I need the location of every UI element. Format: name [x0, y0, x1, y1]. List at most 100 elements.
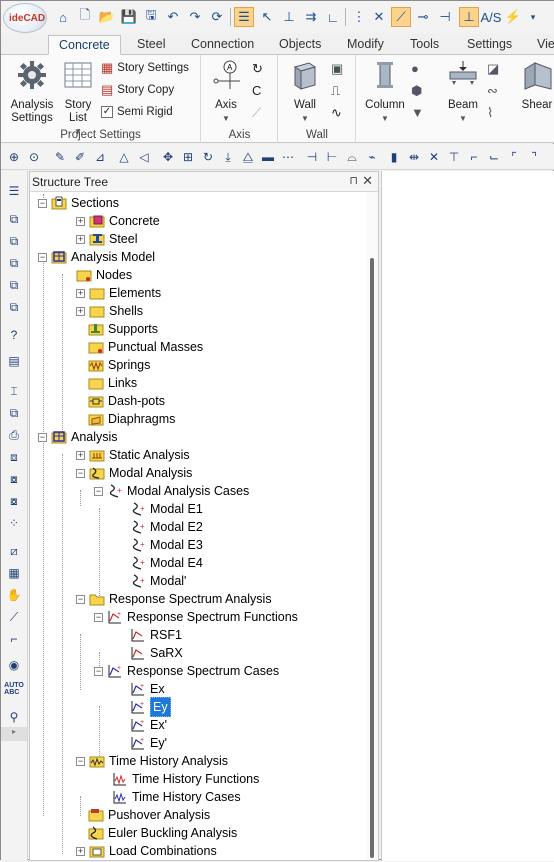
hand-icon[interactable]: ✋: [4, 585, 24, 605]
collapse-icon[interactable]: −: [38, 432, 47, 442]
tab-objects[interactable]: Objects: [269, 35, 331, 55]
tree-node-euler-buckling-analysis[interactable]: Euler Buckling Analysis: [88, 824, 237, 842]
tree-node-diaphragms[interactable]: Diaphragms: [88, 410, 175, 428]
zoom-extents-icon[interactable]: ⊙: [25, 148, 43, 166]
story-settings-button[interactable]: ▦ Story Settings: [101, 58, 189, 78]
corner2-icon[interactable]: ⌙: [485, 148, 503, 166]
tree-node-analysis[interactable]: − Analysis: [38, 428, 118, 446]
tab-steel[interactable]: Steel: [127, 35, 176, 55]
dots-icon[interactable]: ⁘: [4, 513, 24, 533]
column-capital-button[interactable]: ▼: [411, 103, 424, 123]
tree-node-response-spectrum-analysis[interactable]: − Response Spectrum Analysis: [76, 590, 272, 608]
layer3-icon[interactable]: ⧉: [4, 253, 24, 273]
tree-node-response-spectrum-cases[interactable]: − + Response Spectrum Cases: [94, 662, 279, 680]
tree-node-modal-e3[interactable]: + Modal E3: [130, 536, 203, 554]
tree-node-analysis-model[interactable]: − Analysis Model: [38, 248, 155, 266]
app-logo[interactable]: ideCAD: [3, 3, 47, 33]
tree-node-steel[interactable]: + Steel: [76, 230, 138, 248]
snap-perpendicular-icon[interactable]: ⊣: [435, 7, 455, 27]
node-icon[interactable]: ⊤: [445, 148, 463, 166]
collapse-icon[interactable]: −: [38, 252, 47, 262]
triangle-icon[interactable]: △: [115, 148, 133, 166]
copy-move-icon[interactable]: ⊞: [179, 148, 197, 166]
layer1-icon[interactable]: ⧉: [4, 209, 24, 229]
tree-node-time-history-cases[interactable]: Time History Cases: [112, 788, 241, 806]
break-icon[interactable]: ⌁: [363, 148, 381, 166]
stretch-icon[interactable]: ▬: [259, 148, 277, 166]
ruler-icon[interactable]: ⟋: [4, 607, 24, 627]
analysis-settings-button[interactable]: Analysis Settings: [7, 59, 57, 125]
tab-tools[interactable]: Tools: [400, 35, 449, 55]
render-icon[interactable]: ◉: [4, 655, 24, 675]
toolbar-scroll-arrow-icon[interactable]: ▸: [1, 727, 27, 741]
corner4-icon[interactable]: ⌝: [525, 148, 543, 166]
tree-node-nodes[interactable]: Nodes: [76, 266, 132, 284]
axis-rotate-button[interactable]: ↻: [252, 59, 263, 79]
marker-icon[interactable]: ✐: [71, 148, 89, 166]
tab-modify[interactable]: Modify: [337, 35, 394, 55]
split-icon[interactable]: ⇹: [405, 148, 423, 166]
expand-icon[interactable]: +: [76, 234, 85, 244]
move-icon[interactable]: ✥: [159, 148, 177, 166]
corner1-icon[interactable]: ⌐: [465, 148, 483, 166]
tree-node-static-analysis[interactable]: + Static Analysis: [76, 446, 190, 464]
pin-icon[interactable]: ⊓: [349, 174, 358, 187]
close-icon[interactable]: ✕: [362, 173, 373, 189]
layer2-icon[interactable]: ⧉: [4, 231, 24, 251]
layer5-icon[interactable]: ⧉: [4, 297, 24, 317]
intersect-icon[interactable]: ✕: [425, 148, 443, 166]
copy-icon[interactable]: ⧉: [4, 403, 24, 423]
tree-node-load-combinations[interactable]: + Load Combinations: [76, 842, 217, 860]
polygon-column-button[interactable]: ⬢: [411, 81, 422, 101]
report-icon[interactable]: ▤: [4, 351, 24, 371]
tree-node-punctual-masses[interactable]: Punctual Masses: [88, 338, 203, 356]
tree-node-rsf1[interactable]: RSF1: [130, 626, 182, 644]
tree-node-dash-pots[interactable]: Dash-pots: [88, 392, 165, 410]
lightning-icon[interactable]: ⚡: [503, 7, 523, 27]
tab-concrete[interactable]: Concrete: [48, 35, 121, 55]
print-icon[interactable]: ⎙: [4, 425, 24, 445]
axis-button[interactable]: A Axis ▼: [206, 59, 246, 125]
tree-node-pushover-analysis[interactable]: Pushover Analysis: [88, 806, 210, 824]
tab-view[interactable]: Vie: [527, 35, 554, 55]
collapse-icon[interactable]: −: [94, 486, 103, 496]
snap-parallel-icon[interactable]: ⇉: [301, 7, 321, 27]
story-copy-button[interactable]: ▤ Story Copy: [101, 80, 174, 100]
collapse-icon[interactable]: −: [94, 612, 103, 622]
collapse-icon[interactable]: −: [76, 594, 85, 604]
structure-tree-toggle-icon[interactable]: ☰: [4, 181, 24, 201]
pen-icon[interactable]: ✎: [51, 148, 69, 166]
list-view-icon[interactable]: ☰: [234, 7, 254, 27]
bar-chart-icon[interactable]: ▮: [385, 148, 403, 166]
tree-node-modal-prime[interactable]: + Modal': [130, 572, 186, 590]
auto-abc-icon[interactable]: AUTO ABC: [4, 679, 24, 699]
snap-corner-icon[interactable]: ∟: [323, 7, 343, 27]
tree-node-time-history-functions[interactable]: Time History Functions: [112, 770, 259, 788]
paste-icon[interactable]: ⧈: [4, 447, 24, 467]
beam-variant3-button[interactable]: ⌇: [487, 103, 493, 123]
wall-step-button[interactable]: ⎍: [331, 81, 340, 101]
collapse-icon[interactable]: −: [76, 756, 85, 766]
wall-curve-button[interactable]: ∿: [331, 103, 342, 123]
tree-node-modal-e1[interactable]: + Modal E1: [130, 500, 203, 518]
save-icon[interactable]: 💾: [119, 7, 139, 27]
save-as-icon[interactable]: 🖫: [141, 7, 161, 27]
mirror-icon[interactable]: ⧋: [239, 148, 257, 166]
expand-icon[interactable]: +: [76, 216, 85, 226]
text-style-icon[interactable]: A/S: [481, 7, 502, 27]
axis-arc-button[interactable]: Ϲ: [252, 81, 261, 101]
expand-icon[interactable]: +: [76, 306, 85, 316]
fillet-icon[interactable]: ⌓: [343, 148, 361, 166]
tree-node-supports[interactable]: Supports: [88, 320, 158, 338]
collapse-icon[interactable]: −: [38, 198, 47, 208]
section-icon[interactable]: ⌶: [4, 381, 24, 401]
semi-rigid-checkbox[interactable]: ✓ Semi Rigid: [101, 102, 173, 122]
shear-wall-button[interactable]: Shear: [515, 59, 554, 112]
measure-icon[interactable]: ⊿: [91, 148, 109, 166]
binoculars-icon[interactable]: ⚲: [4, 707, 24, 727]
collapse-icon[interactable]: −: [94, 666, 103, 676]
array-icon[interactable]: ⋯: [279, 148, 297, 166]
tree-node-modal-e2[interactable]: + Modal E2: [130, 518, 203, 536]
cursor-icon[interactable]: ↖: [257, 7, 277, 27]
orthogonal-icon[interactable]: ⊥: [459, 7, 479, 27]
